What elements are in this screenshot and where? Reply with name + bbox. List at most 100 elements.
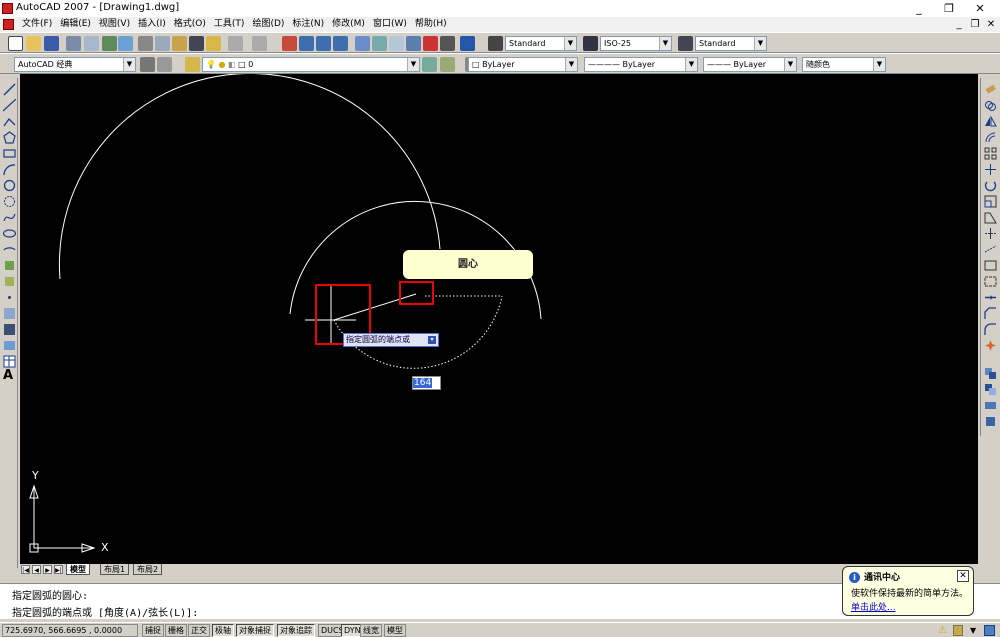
redo-icon[interactable] — [252, 36, 267, 51]
bring-above-icon[interactable] — [984, 415, 997, 428]
dim-style-combo[interactable]: ISO-25 ▼ — [600, 36, 672, 51]
menu-tools[interactable]: 工具(T) — [210, 18, 249, 31]
block-editor-icon[interactable] — [206, 36, 221, 51]
layer-combo[interactable]: 💡 ● ◧ □ 0 ▼ — [202, 57, 420, 72]
open-icon[interactable] — [26, 36, 41, 51]
doc-minimize-button[interactable]: _ — [952, 18, 966, 31]
pan-icon[interactable] — [282, 36, 297, 51]
offset-icon[interactable] — [984, 131, 997, 144]
menu-view[interactable]: 视图(V) — [95, 18, 134, 31]
tab-prev-button[interactable]: ◀ — [32, 565, 41, 574]
model-toggle[interactable]: 模型 — [384, 624, 406, 637]
trim-icon[interactable] — [984, 227, 997, 240]
doc-close-button[interactable]: ✕ — [984, 18, 998, 31]
lock-icon[interactable] — [953, 625, 963, 636]
text-style-icon[interactable] — [488, 36, 503, 51]
workspace-combo[interactable]: AutoCAD 经典 ▼ — [14, 57, 136, 72]
minimize-button[interactable]: _ — [904, 0, 934, 17]
paste-icon[interactable] — [172, 36, 187, 51]
table-icon[interactable] — [3, 355, 16, 368]
tab-next-button[interactable]: ▶ — [43, 565, 52, 574]
arc-icon[interactable] — [3, 163, 16, 176]
document-icon[interactable] — [3, 19, 14, 30]
otrack-toggle[interactable]: 对象追踪 — [277, 624, 315, 637]
mirror-icon[interactable] — [984, 115, 997, 128]
grid-toggle[interactable]: 栅格 — [165, 624, 187, 637]
ellipse-arc-icon[interactable] — [3, 243, 16, 256]
command-prompt-line[interactable]: 指定圆弧的端点或 [角度(A)/弦长(L)]: — [12, 604, 198, 619]
linetype-combo[interactable]: ———— ByLayer ▼ — [584, 57, 698, 72]
autocad-app-icon[interactable] — [2, 3, 13, 14]
workspace-save-icon[interactable] — [157, 57, 172, 72]
insert-block-icon[interactable] — [3, 259, 16, 272]
construction-line-icon[interactable] — [3, 99, 16, 112]
menu-edit[interactable]: 编辑(E) — [56, 18, 95, 31]
balloon-link[interactable]: 单击此处... — [851, 600, 896, 613]
menu-format[interactable]: 格式(O) — [170, 18, 210, 31]
make-object-layer-current-icon[interactable] — [422, 57, 437, 72]
workspace-settings-icon[interactable] — [140, 57, 155, 72]
polyline-icon[interactable] — [3, 115, 16, 128]
spline-icon[interactable] — [3, 211, 16, 224]
lineweight-combo[interactable]: ——— ByLayer ▼ — [703, 57, 797, 72]
fillet-icon[interactable] — [984, 323, 997, 336]
polygon-icon[interactable] — [3, 131, 16, 144]
stretch-icon[interactable] — [984, 211, 997, 224]
properties-icon[interactable] — [355, 36, 370, 51]
copy-icon[interactable] — [155, 36, 170, 51]
calculator-icon[interactable] — [440, 36, 455, 51]
extend-icon[interactable] — [984, 243, 997, 256]
break-at-point-icon[interactable] — [984, 259, 997, 272]
coordinate-readout[interactable]: 725.6970, 566.6695 , 0.0000 — [2, 624, 138, 637]
drawing-canvas[interactable]: Y X — [20, 74, 978, 564]
3d-dwf-icon[interactable] — [118, 36, 133, 51]
tab-model[interactable]: 模型 — [66, 564, 90, 575]
join-icon[interactable] — [984, 291, 997, 304]
color-combo[interactable]: □ ByLayer ▼ — [468, 57, 578, 72]
table-style-icon[interactable] — [678, 36, 693, 51]
line-icon[interactable] — [3, 83, 16, 96]
down-arrow-icon[interactable]: ▾ — [428, 336, 436, 344]
ellipse-icon[interactable] — [3, 227, 16, 240]
clean-screen-icon[interactable] — [984, 625, 995, 636]
menu-file[interactable]: 文件(F) — [18, 18, 56, 31]
snap-toggle[interactable]: 捕捉 — [142, 624, 164, 637]
cut-icon[interactable] — [138, 36, 153, 51]
break-icon[interactable] — [984, 275, 997, 288]
dim-style-icon[interactable] — [583, 36, 598, 51]
osnap-toggle[interactable]: 对象捕捉 — [236, 624, 274, 637]
erase-icon[interactable] — [984, 83, 997, 96]
new-icon[interactable] — [8, 36, 23, 51]
rotate-icon[interactable] — [984, 179, 997, 192]
save-icon[interactable] — [44, 36, 59, 51]
array-icon[interactable] — [984, 147, 997, 160]
text-style-combo[interactable]: Standard ▼ — [505, 36, 577, 51]
match-properties-icon[interactable] — [189, 36, 204, 51]
gradient-icon[interactable] — [3, 323, 16, 336]
circle-icon[interactable] — [3, 179, 16, 192]
region-icon[interactable] — [3, 339, 16, 352]
status-menu-arrow-icon[interactable]: ▼ — [970, 625, 978, 636]
zoom-window-icon[interactable] — [316, 36, 331, 51]
tool-palettes-icon[interactable] — [389, 36, 404, 51]
bring-to-front-icon[interactable] — [984, 383, 997, 396]
tab-last-button[interactable]: ▶| — [54, 565, 63, 574]
table-style-combo[interactable]: Standard ▼ — [695, 36, 767, 51]
chamfer-icon[interactable] — [984, 307, 997, 320]
send-to-back-icon[interactable] — [984, 399, 997, 412]
balloon-close-button[interactable]: ✕ — [957, 570, 969, 582]
menu-help[interactable]: 帮助(H) — [411, 18, 451, 31]
menu-modify[interactable]: 修改(M) — [328, 18, 369, 31]
menu-window[interactable]: 窗口(W) — [369, 18, 411, 31]
point-icon[interactable] — [3, 291, 16, 304]
menu-draw[interactable]: 绘图(D) — [248, 18, 288, 31]
close-button[interactable]: ✕ — [965, 0, 995, 17]
menu-dimension[interactable]: 标注(N) — [288, 18, 328, 31]
layer-manager-icon[interactable] — [185, 57, 200, 72]
doc-restore-button[interactable]: ❐ — [968, 18, 982, 31]
tab-layout2[interactable]: 布局2 — [133, 564, 163, 575]
zoom-previous-icon[interactable] — [333, 36, 348, 51]
menu-insert[interactable]: 插入(I) — [134, 18, 170, 31]
polar-toggle[interactable]: 极轴 — [212, 624, 234, 637]
move-icon[interactable] — [984, 163, 997, 176]
